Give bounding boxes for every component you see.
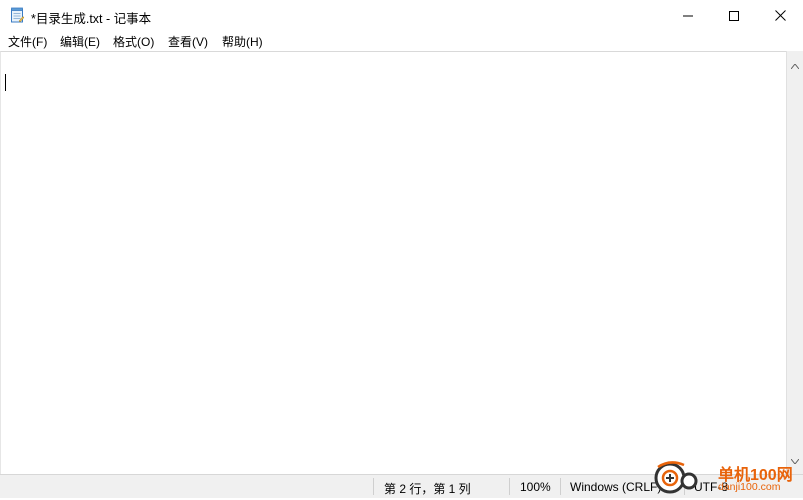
scroll-up-icon[interactable] xyxy=(790,56,800,74)
watermark-url: danji100.com xyxy=(718,481,781,493)
menu-help[interactable]: 帮助(H) xyxy=(222,33,263,50)
close-icon xyxy=(774,10,786,21)
menu-file[interactable]: 文件(F) xyxy=(8,33,47,50)
menu-view[interactable]: 查看(V) xyxy=(168,33,208,50)
menu-edit[interactable]: 编辑(E) xyxy=(60,33,100,50)
notepad-window: *目录生成.txt - 记事本 文件(F) 编辑(E) 格式(O) 查看(V) xyxy=(0,0,803,498)
status-separator xyxy=(509,478,510,495)
minimize-icon xyxy=(683,11,693,21)
watermark-logo-icon xyxy=(654,459,698,495)
title-bar[interactable]: *目录生成.txt - 记事本 xyxy=(0,0,803,31)
zoom-level: 100% xyxy=(520,480,551,494)
maximize-icon xyxy=(729,10,739,21)
status-separator xyxy=(373,478,374,495)
maximize-button[interactable] xyxy=(711,0,757,31)
window-title: *目录生成.txt - 记事本 xyxy=(31,12,152,26)
minimize-button[interactable] xyxy=(665,0,711,31)
menu-bar: 文件(F) 编辑(E) 格式(O) 查看(V) 帮助(H) xyxy=(0,31,803,51)
status-separator xyxy=(560,478,561,495)
text-caret xyxy=(5,74,6,91)
menu-format[interactable]: 格式(O) xyxy=(113,33,154,50)
notepad-icon xyxy=(9,7,25,23)
line-ending: Windows (CRLF) xyxy=(570,480,662,494)
vertical-scrollbar[interactable] xyxy=(786,51,803,474)
text-editor[interactable] xyxy=(0,51,786,474)
cursor-position: 第 2 行，第 1 列 xyxy=(384,482,471,496)
close-button[interactable] xyxy=(757,0,803,31)
